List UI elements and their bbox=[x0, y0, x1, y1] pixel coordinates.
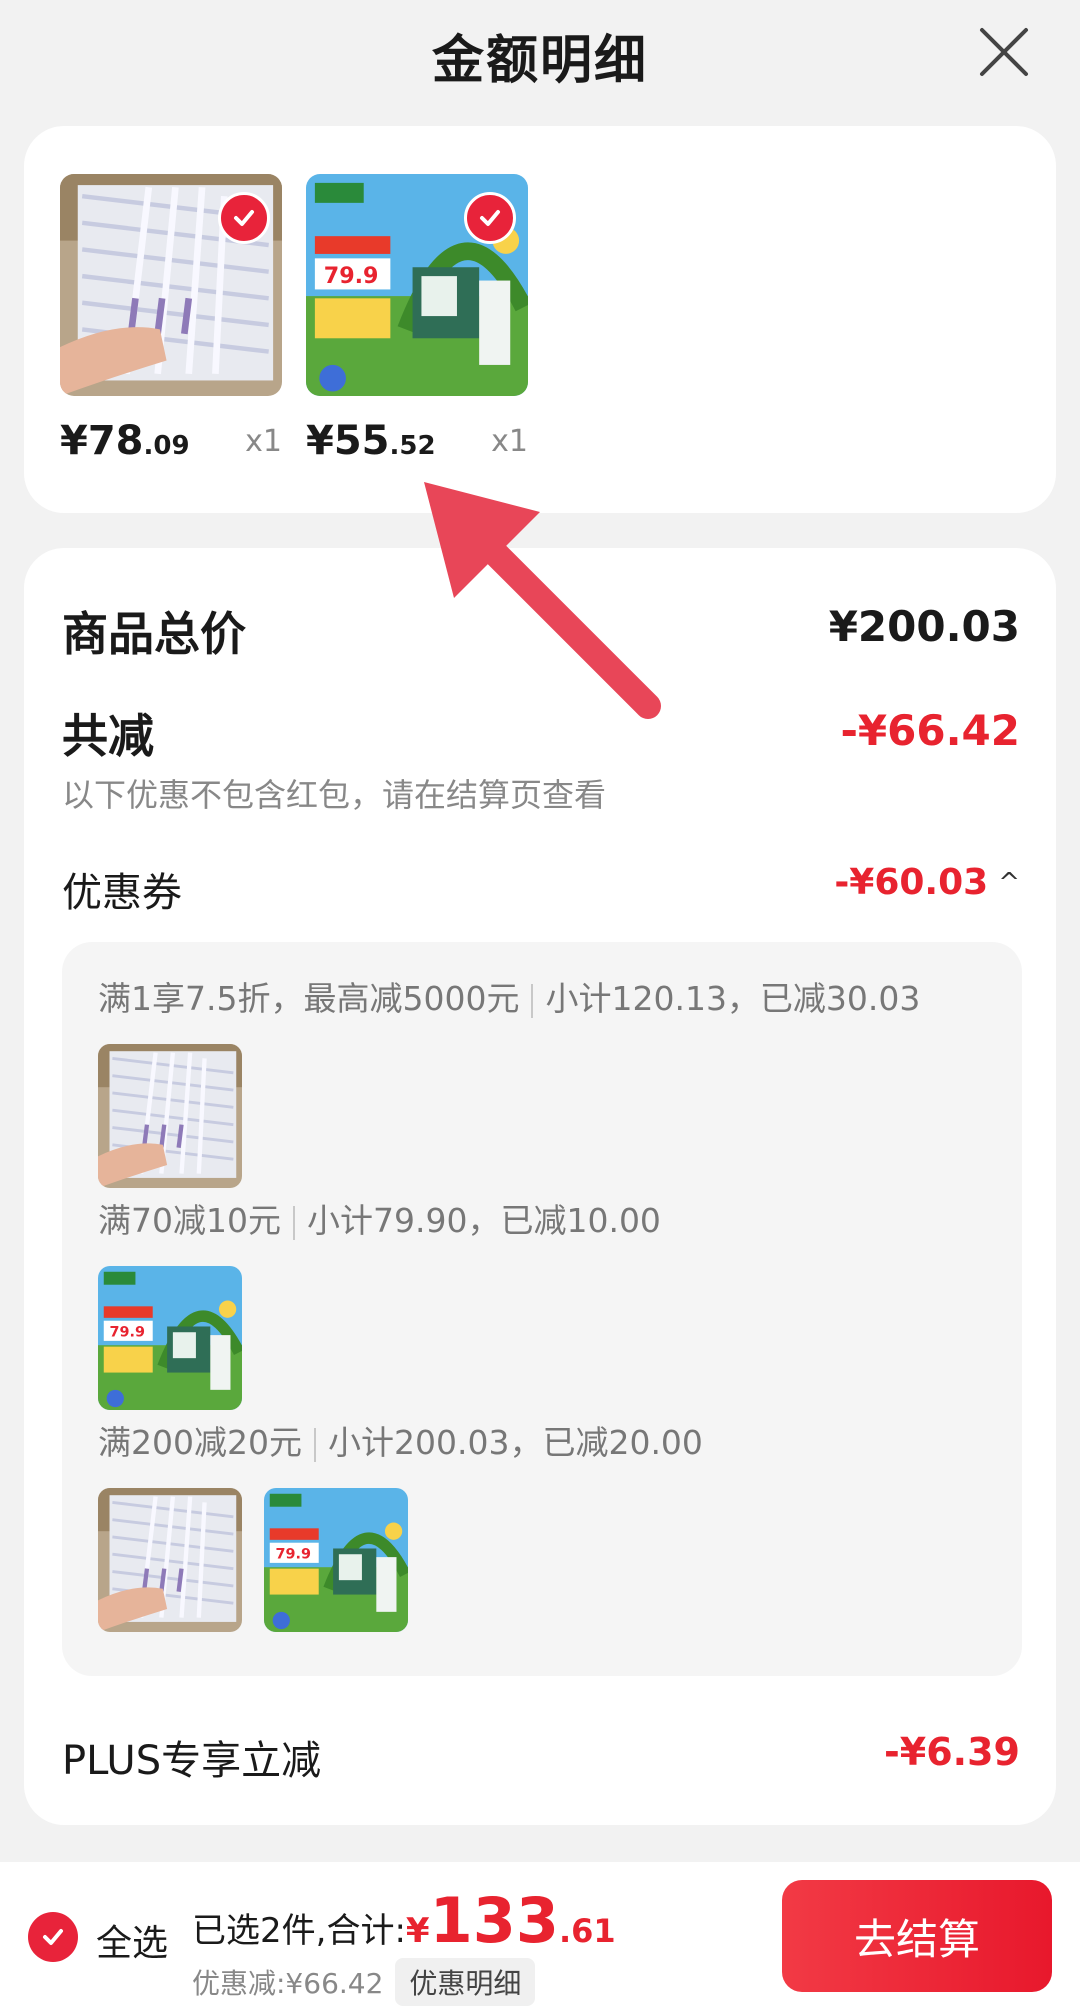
select-all-label[interactable]: 全选 bbox=[96, 1914, 168, 1966]
plus-discount-value: -¥6.39 bbox=[884, 1730, 1020, 1774]
price-summary-card: 商品总价 ¥200.03 共减 -¥66.42 以下优惠不包含红包，请在结算页查… bbox=[24, 548, 1056, 1825]
reduce-value: -¥66.42 bbox=[840, 706, 1020, 755]
product-price-row: ¥78.09 x1 bbox=[60, 418, 282, 478]
discount-text: 优惠减:¥66.42 bbox=[192, 1967, 384, 2000]
divider bbox=[292, 1205, 295, 1240]
product-quantity: x1 bbox=[491, 424, 528, 459]
price-integer: ¥78 bbox=[60, 418, 144, 464]
close-icon[interactable] bbox=[976, 24, 1032, 80]
milk-thumbnail bbox=[264, 1488, 408, 1632]
product-item[interactable]: ¥78.09 x1 bbox=[60, 174, 282, 464]
price-cents: .09 bbox=[143, 431, 190, 461]
discount-detail-button[interactable]: 优惠明细 bbox=[395, 1958, 536, 2006]
annotation-arrow bbox=[424, 482, 661, 719]
coupon-details: 满1享7.5折，最高减5000元 小计120.13，已减30.03 满70减10元… bbox=[62, 942, 1022, 1676]
coupon-value: -¥60.03 bbox=[834, 862, 989, 903]
divider bbox=[531, 983, 534, 1018]
plus-discount-label: PLUS专享立减 bbox=[62, 1738, 322, 1784]
goods-total-value: ¥200.03 bbox=[828, 602, 1020, 651]
straws-thumbnail bbox=[98, 1044, 242, 1188]
selected-count-text: 已选2件,合计: bbox=[192, 1911, 406, 1951]
product-price: ¥78.09 bbox=[60, 418, 190, 464]
total-integer: 133 bbox=[429, 1884, 559, 1957]
coupon-rule-line: 满200减20元 小计200.03，已减20.00 bbox=[98, 1416, 703, 1464]
price-cents: .52 bbox=[389, 431, 436, 461]
page-title: 金额明细 bbox=[431, 30, 648, 91]
select-all-check-icon[interactable] bbox=[28, 1912, 78, 1962]
discount-row: 优惠减:¥66.42 优惠明细 bbox=[192, 1958, 536, 2006]
milk-product-image[interactable] bbox=[306, 174, 528, 396]
straws-thumbnail bbox=[98, 1488, 242, 1632]
selected-check-icon[interactable] bbox=[464, 192, 516, 244]
total-currency: ¥ bbox=[405, 1911, 430, 1951]
coupon-rule: 满200减20元 bbox=[98, 1423, 302, 1462]
goods-total-label: 商品总价 bbox=[62, 607, 246, 661]
product-price-row: ¥55.52 x1 bbox=[306, 418, 528, 478]
milk-thumbnail bbox=[98, 1266, 242, 1410]
selected-total: 已选2件,合计:¥133.61 bbox=[192, 1884, 616, 1957]
coupon-rule: 满1享7.5折，最高减5000元 bbox=[98, 979, 520, 1018]
price-integer: ¥55 bbox=[306, 418, 390, 464]
coupon-detail: 小计200.03，已减20.00 bbox=[327, 1423, 703, 1462]
reduce-note: 以下优惠不包含红包，请在结算页查看 bbox=[62, 776, 607, 814]
coupon-rule: 满70减10元 bbox=[98, 1201, 281, 1240]
header: 金额明细 bbox=[0, 0, 1080, 110]
bottom-checkout-bar: 全选 已选2件,合计:¥133.61 优惠减:¥66.42 优惠明细 去结算 bbox=[0, 1862, 1080, 2012]
product-price: ¥55.52 bbox=[306, 418, 436, 464]
selected-check-icon[interactable] bbox=[218, 192, 270, 244]
selected-products-card: ¥78.09 x1 ¥55.52 x1 bbox=[24, 126, 1056, 513]
product-item[interactable]: ¥55.52 x1 bbox=[306, 174, 528, 464]
coupon-rule-line: 满1享7.5折，最高减5000元 小计120.13，已减30.03 bbox=[98, 972, 920, 1020]
total-cents: .61 bbox=[559, 1912, 616, 1950]
coupon-detail: 小计79.90，已减10.00 bbox=[306, 1201, 661, 1240]
product-quantity: x1 bbox=[245, 424, 282, 459]
straws-product-image[interactable] bbox=[60, 174, 282, 396]
coupon-detail: 小计120.13，已减30.03 bbox=[545, 979, 921, 1018]
coupon-toggle[interactable]: -¥60.03 ^ bbox=[834, 862, 1020, 903]
divider bbox=[313, 1427, 316, 1462]
coupon-label: 优惠券 bbox=[62, 870, 182, 916]
reduce-label: 共减 bbox=[62, 709, 154, 763]
chevron-up-icon[interactable]: ^ bbox=[998, 868, 1020, 898]
coupon-rule-line: 满70减10元 小计79.90，已减10.00 bbox=[98, 1194, 661, 1242]
checkout-button[interactable]: 去结算 bbox=[782, 1880, 1052, 1992]
